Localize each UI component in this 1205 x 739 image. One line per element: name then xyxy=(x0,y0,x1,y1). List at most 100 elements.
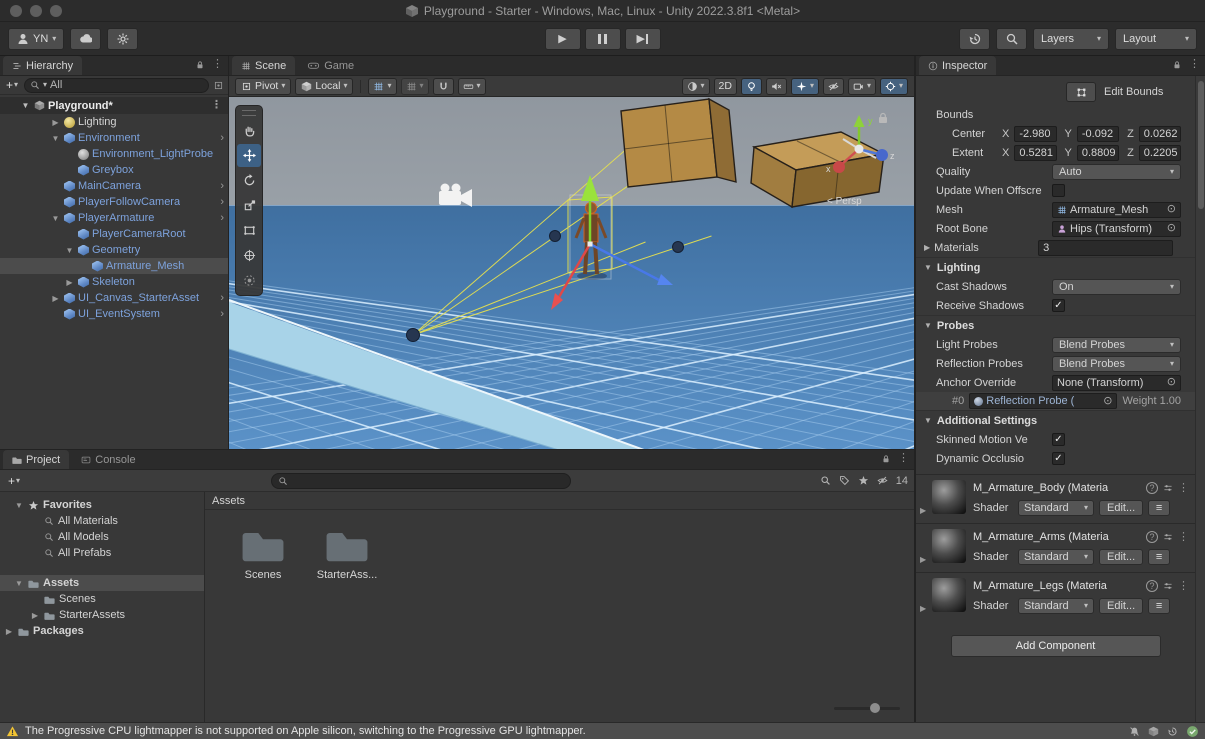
gizmo-center[interactable] xyxy=(855,145,864,154)
preset-icon[interactable] xyxy=(1163,581,1173,591)
project-search-input[interactable] xyxy=(271,473,571,489)
layers-cube-icon[interactable] xyxy=(1148,726,1159,737)
expander-closed-icon[interactable]: ▶ xyxy=(920,604,926,613)
tree-item-assets[interactable]: ▼ Assets xyxy=(0,575,204,591)
expander-open-icon[interactable]: ▼ xyxy=(50,134,61,143)
materials-size-field[interactable]: 3 xyxy=(1038,240,1173,256)
move-gizmo-center[interactable] xyxy=(588,242,593,247)
scene-viewport[interactable]: y x z < Persp xyxy=(229,97,915,450)
object-picker-icon[interactable]: ⊙ xyxy=(1167,377,1176,388)
close-window-icon[interactable] xyxy=(10,5,22,17)
expander-open-icon[interactable]: ▼ xyxy=(20,101,31,110)
prefab-chevron-icon[interactable]: › xyxy=(220,133,224,144)
transform-tool-button[interactable] xyxy=(237,244,261,267)
cast-shadows-dropdown[interactable]: On▾ xyxy=(1052,279,1181,295)
asset-zoom-slider[interactable] xyxy=(834,702,900,714)
account-button[interactable]: YN ▾ xyxy=(8,28,64,50)
tree-item-all-models[interactable]: All Models xyxy=(0,529,204,545)
material-preview-sphere[interactable] xyxy=(932,529,966,563)
pause-button[interactable] xyxy=(585,28,621,50)
scene-camera-dropdown[interactable]: ▾ xyxy=(848,78,876,95)
extent-z-field[interactable]: 0.2205 xyxy=(1139,145,1181,161)
background-tasks-icon[interactable] xyxy=(1167,726,1178,737)
create-asset-button[interactable]: +▾ xyxy=(6,474,22,488)
create-object-button[interactable]: +▾ xyxy=(4,78,20,92)
scale-tool-button[interactable] xyxy=(237,194,261,217)
material-menu-icon[interactable]: ⋮ xyxy=(1178,483,1189,494)
dynamic-occlusion-checkbox[interactable] xyxy=(1052,452,1065,465)
undo-history-button[interactable] xyxy=(959,28,990,50)
cloud-services-button[interactable] xyxy=(70,28,101,50)
center-z-field[interactable]: 0.0262 xyxy=(1139,126,1181,142)
label-tag-icon[interactable] xyxy=(839,475,850,486)
shader-menu-button[interactable]: ≡ xyxy=(1148,500,1170,516)
tree-item-all-materials[interactable]: All Materials xyxy=(0,513,204,529)
lock-icon[interactable] xyxy=(1172,60,1182,70)
expander-open-icon[interactable]: ▼ xyxy=(924,263,932,272)
persp-label[interactable]: < Persp xyxy=(827,196,862,207)
play-button[interactable]: ▶ xyxy=(545,28,581,50)
panel-menu-icon[interactable]: ⋮ xyxy=(1189,59,1200,70)
expander-open-icon[interactable]: ▼ xyxy=(14,579,24,588)
hierarchy-item-playerfollowcamera[interactable]: PlayerFollowCamera› xyxy=(0,194,228,210)
inspector-scrollbar[interactable] xyxy=(1195,76,1205,722)
hierarchy-item-geometry[interactable]: ▼Geometry xyxy=(0,242,228,258)
increment-snap-button[interactable]: ▾ xyxy=(458,78,486,95)
status-bar[interactable]: The Progressive CPU lightmapper is not s… xyxy=(0,722,1205,739)
asset-folder-starterassets[interactable]: StarterAss... xyxy=(311,522,383,581)
hierarchy-item-playercameraroot[interactable]: PlayerCameraRoot xyxy=(0,226,228,242)
center-y-field[interactable]: -0.092 xyxy=(1077,126,1119,142)
lock-icon[interactable] xyxy=(881,454,891,464)
object-picker-icon[interactable]: ⊙ xyxy=(1167,223,1176,234)
tab-hierarchy[interactable]: Hierarchy xyxy=(3,56,82,75)
scene-visibility-toggle[interactable] xyxy=(823,78,844,95)
shader-menu-button[interactable]: ≡ xyxy=(1148,598,1170,614)
ok-check-icon[interactable] xyxy=(1186,725,1199,738)
object-picker-icon[interactable]: ⊙ xyxy=(1103,396,1112,407)
hierarchy-search-input[interactable]: ▾ All xyxy=(24,78,209,93)
layout-dropdown[interactable]: Layout ▾ xyxy=(1115,28,1197,50)
prefab-chevron-icon[interactable]: › xyxy=(220,309,224,320)
extent-y-field[interactable]: 0.8809 xyxy=(1077,145,1119,161)
hierarchy-scene-row[interactable]: ▼ Playground* ⋮ xyxy=(0,97,228,114)
expander-open-icon[interactable]: ▼ xyxy=(50,214,61,223)
root-bone-object-field[interactable]: Hips (Transform) ⊙ xyxy=(1052,221,1181,237)
prefab-chevron-icon[interactable]: › xyxy=(220,197,224,208)
shader-dropdown[interactable]: Standard▾ xyxy=(1018,549,1094,565)
slider-knob[interactable] xyxy=(870,703,880,713)
shader-dropdown[interactable]: Standard▾ xyxy=(1018,598,1094,614)
expander-closed-icon[interactable]: ▶ xyxy=(50,118,61,127)
tree-item-scenes[interactable]: Scenes xyxy=(0,591,204,607)
tab-inspector[interactable]: Inspector xyxy=(919,56,996,75)
search-window-icon[interactable] xyxy=(213,80,224,91)
hierarchy-item-playerarmature[interactable]: ▼PlayerArmature› xyxy=(0,210,228,226)
expander-open-icon[interactable]: ▼ xyxy=(924,416,932,425)
rect-tool-button[interactable] xyxy=(237,219,261,242)
scene-menu-icon[interactable]: ⋮ xyxy=(211,100,222,111)
expander-open-icon[interactable]: ▼ xyxy=(924,321,932,330)
hierarchy-item-armature-mesh[interactable]: Armature_Mesh xyxy=(0,258,228,274)
hierarchy-item-lighting[interactable]: ▶Lighting xyxy=(0,114,228,130)
cube-object-1[interactable] xyxy=(621,99,736,187)
shader-dropdown[interactable]: Standard▾ xyxy=(1018,500,1094,516)
extent-x-field[interactable]: 0.5281 xyxy=(1014,145,1056,161)
scene-audio-toggle[interactable] xyxy=(766,78,787,95)
material-menu-icon[interactable]: ⋮ xyxy=(1178,532,1189,543)
preset-icon[interactable] xyxy=(1163,483,1173,493)
material-preview-sphere[interactable] xyxy=(932,480,966,514)
mesh-object-field[interactable]: Armature_Mesh ⊙ xyxy=(1052,202,1181,218)
light-probes-dropdown[interactable]: Blend Probes▾ xyxy=(1052,337,1181,353)
expander-closed-icon[interactable]: ▶ xyxy=(30,611,40,620)
tab-scene[interactable]: Scene xyxy=(232,56,295,75)
reflection-probe-field[interactable]: Reflection Probe ( ⊙ xyxy=(969,393,1117,409)
hierarchy-item-greybox[interactable]: Greybox xyxy=(0,162,228,178)
skinned-motion-checkbox[interactable] xyxy=(1052,433,1065,446)
center-x-field[interactable]: -2.980 xyxy=(1014,126,1056,142)
scene-lighting-toggle[interactable] xyxy=(741,78,762,95)
draw-mode-dropdown[interactable]: ▾ xyxy=(682,78,710,95)
help-icon[interactable]: ? xyxy=(1146,531,1158,543)
traffic-lights[interactable] xyxy=(10,5,62,17)
shader-menu-button[interactable]: ≡ xyxy=(1148,549,1170,565)
help-icon[interactable]: ? xyxy=(1146,580,1158,592)
hierarchy-item-environment-lightprobe[interactable]: Environment_LightProbe xyxy=(0,146,228,162)
